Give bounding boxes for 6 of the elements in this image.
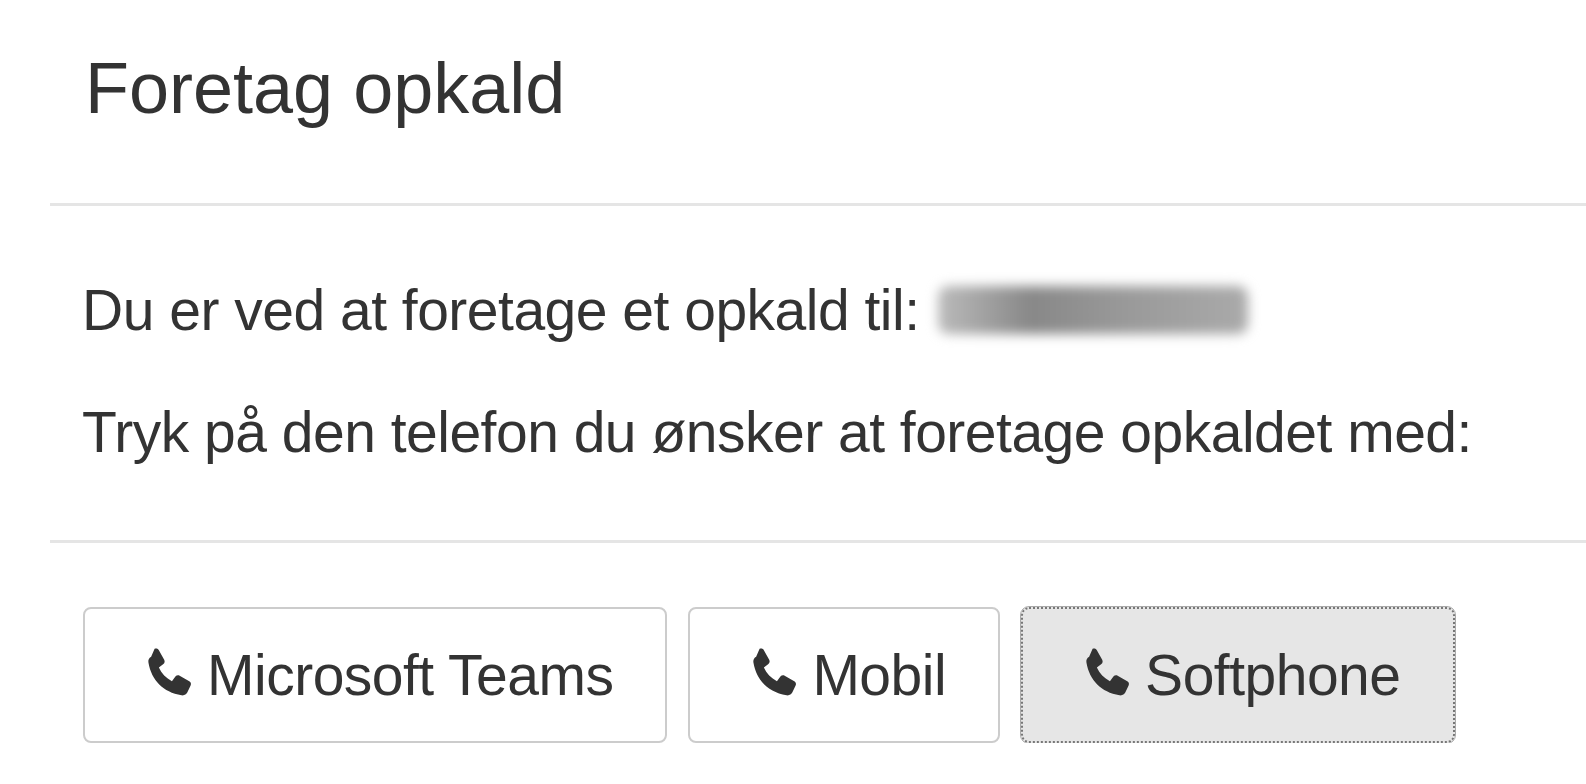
dialog-title: Foretag opkald	[85, 48, 567, 128]
message-text: Tryk på den telefon du ønsker at foretage opkaldet med:	[82, 399, 1472, 466]
phone-button[interactable]: Microsoft Teams	[83, 607, 668, 743]
phone-button[interactable]: Softphone	[1021, 607, 1455, 743]
message-text: Du er ved at foretage et opkald til:	[82, 277, 920, 344]
phone-button[interactable]: Mobil	[688, 607, 1001, 743]
